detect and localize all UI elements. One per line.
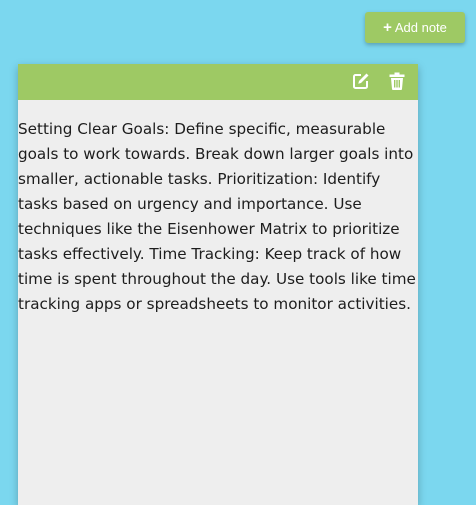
add-note-label: Add note — [394, 20, 447, 35]
edit-button[interactable] — [350, 71, 372, 93]
add-note-button[interactable]: + Add note — [365, 12, 465, 43]
note-text[interactable]: Setting Clear Goals: Define specific, me… — [18, 100, 418, 317]
edit-icon — [352, 72, 370, 93]
trash-icon — [389, 72, 405, 93]
plus-icon: + — [383, 18, 392, 36]
note-toolbar — [18, 64, 418, 100]
note-card: Setting Clear Goals: Define specific, me… — [18, 64, 418, 505]
delete-button[interactable] — [386, 71, 408, 93]
